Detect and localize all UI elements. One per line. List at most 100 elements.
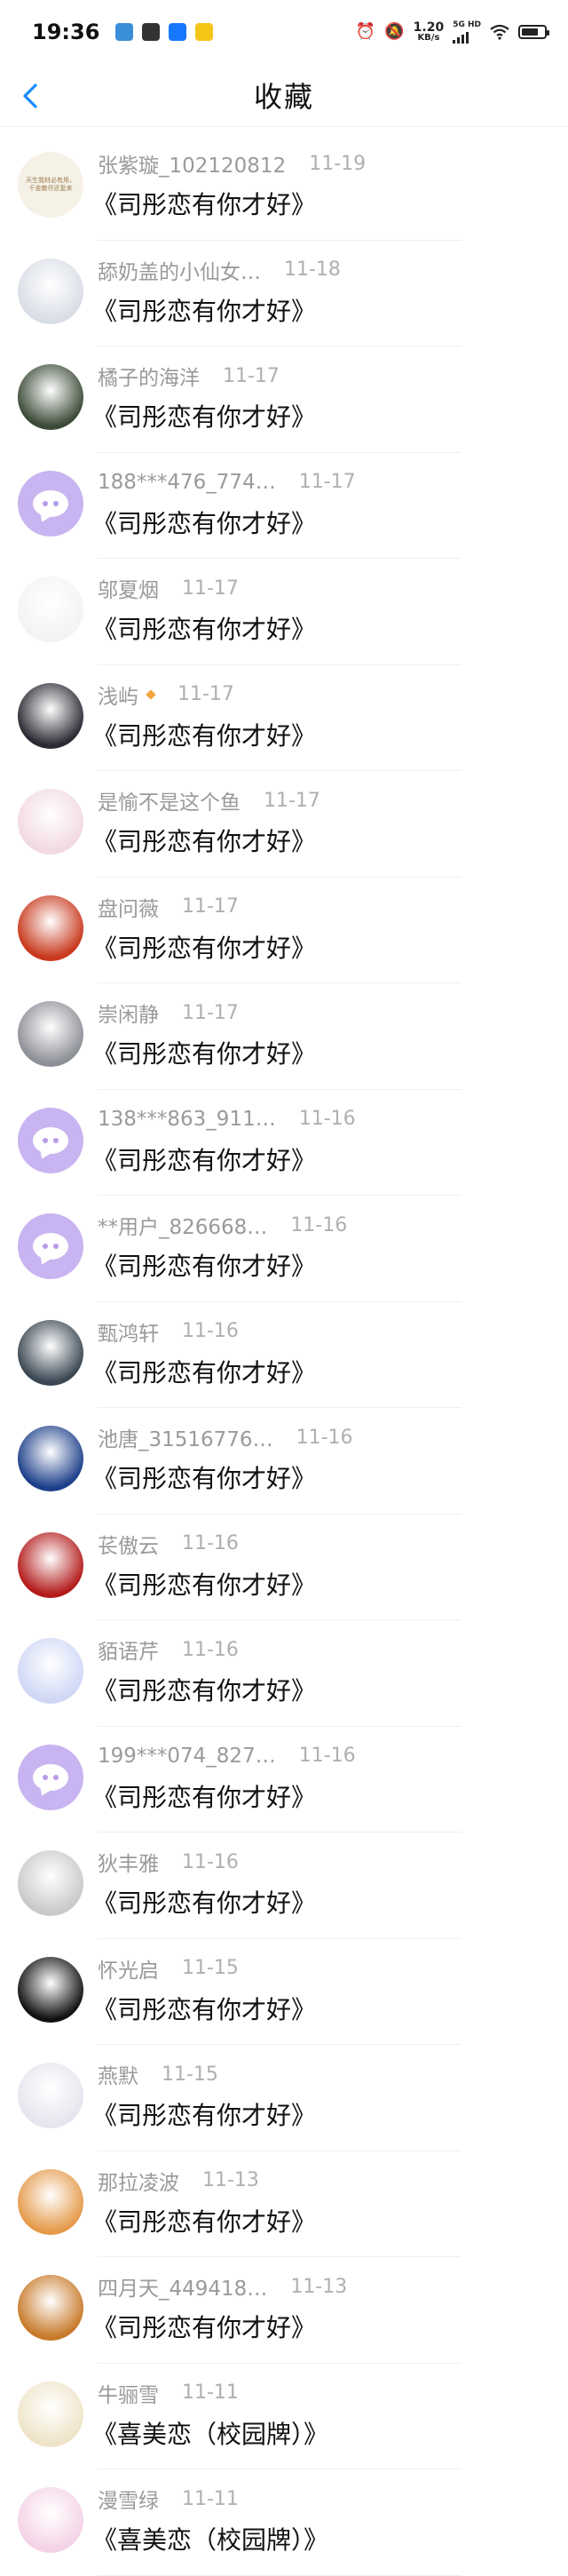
- list-item[interactable]: 橘子的海洋 11-17 《司彤恋有你才好》: [0, 346, 568, 453]
- work-title[interactable]: 《司彤恋有你才好》: [92, 1459, 316, 1495]
- list-item[interactable]: 浅屿 11-17 《司彤恋有你才好》: [0, 665, 568, 771]
- work-title[interactable]: 《司彤恋有你才好》: [92, 929, 316, 965]
- avatar[interactable]: [18, 789, 83, 855]
- avatar[interactable]: 天生我材必有用，千金散尽还复来: [18, 152, 83, 218]
- work-title[interactable]: 《司彤恋有你才好》: [92, 1884, 316, 1920]
- work-title[interactable]: 《喜美恋（校园牌）》: [92, 2415, 328, 2451]
- name-row: 浅屿 11-17: [98, 680, 234, 710]
- avatar[interactable]: [18, 1107, 83, 1173]
- work-title[interactable]: 《司彤恋有你才好》: [92, 1672, 316, 1707]
- user-name[interactable]: 牛骊雪: [98, 2378, 159, 2408]
- user-name[interactable]: 浅屿: [98, 680, 138, 710]
- user-name[interactable]: 四月天_449418…: [98, 2271, 267, 2302]
- user-name[interactable]: 舔奶盖的小仙女…: [98, 255, 261, 285]
- work-title[interactable]: 《司彤恋有你才好》: [92, 610, 316, 646]
- avatar[interactable]: [18, 258, 83, 324]
- user-name[interactable]: 漫雪绿: [98, 2484, 159, 2514]
- user-name[interactable]: 是愉不是这个鱼: [98, 785, 241, 815]
- chevron-left-icon[interactable]: [16, 80, 48, 112]
- avatar[interactable]: [18, 2381, 83, 2447]
- user-name[interactable]: 貊语芹: [98, 1634, 159, 1665]
- avatar[interactable]: [18, 1213, 83, 1279]
- name-row: 是愉不是这个鱼 11-17: [98, 785, 320, 815]
- avatar[interactable]: [18, 576, 83, 642]
- avatar[interactable]: [18, 1531, 83, 1598]
- list-item[interactable]: 盘问薇 11-17 《司彤恋有你才好》: [0, 878, 568, 983]
- avatar[interactable]: [18, 470, 83, 537]
- avatar[interactable]: [18, 2275, 83, 2341]
- avatar[interactable]: [18, 1319, 83, 1386]
- work-title[interactable]: 《司彤恋有你才好》: [92, 2309, 316, 2344]
- work-title[interactable]: 《司彤恋有你才好》: [92, 398, 316, 433]
- avatar[interactable]: [18, 894, 83, 961]
- user-name[interactable]: 崇闲静: [98, 998, 159, 1028]
- user-name[interactable]: 张紫璇_102120812: [98, 148, 286, 179]
- work-title[interactable]: 《司彤恋有你才好》: [92, 717, 316, 752]
- work-title[interactable]: 《司彤恋有你才好》: [92, 2203, 316, 2238]
- work-title[interactable]: 《司彤恋有你才好》: [92, 823, 316, 858]
- list-item[interactable]: 188***476_774… 11-17 《司彤恋有你才好》: [0, 453, 568, 559]
- work-title[interactable]: 《司彤恋有你才好》: [92, 505, 316, 540]
- avatar[interactable]: [18, 682, 83, 749]
- avatar[interactable]: [18, 1426, 83, 1491]
- list-item[interactable]: 四月天_449418… 11-13 《司彤恋有你才好》: [0, 2257, 568, 2364]
- avatar[interactable]: [18, 1638, 83, 1704]
- list-item[interactable]: 甄鸿轩 11-16 《司彤恋有你才好》: [0, 1302, 568, 1408]
- date-label: 11-16: [182, 1320, 239, 1342]
- work-title[interactable]: 《司彤恋有你才好》: [92, 2096, 316, 2132]
- list-item[interactable]: 漫雪绿 11-11 《喜美恋（校园牌）》: [0, 2469, 568, 2576]
- work-title[interactable]: 《司彤恋有你才好》: [92, 1566, 316, 1602]
- work-title[interactable]: 《司彤恋有你才好》: [92, 1354, 316, 1389]
- cloud-app-icon: [115, 23, 134, 41]
- list-item[interactable]: 邬夏烟 11-17 《司彤恋有你才好》: [0, 559, 568, 665]
- avatar[interactable]: [18, 1744, 83, 1810]
- list-item[interactable]: 池唐_31516776… 11-16 《司彤恋有你才好》: [0, 1408, 568, 1515]
- list-item[interactable]: 舔奶盖的小仙女… 11-18 《司彤恋有你才好》: [0, 241, 568, 346]
- user-name[interactable]: 燕默: [98, 2059, 138, 2089]
- user-name[interactable]: 138***863_911…: [98, 1108, 276, 1131]
- list-item[interactable]: 苌傲云 11-16 《司彤恋有你才好》: [0, 1515, 568, 1620]
- user-name[interactable]: 橘子的海洋: [98, 361, 200, 391]
- avatar[interactable]: [18, 1850, 83, 1916]
- list-item[interactable]: 牛骊雪 11-11 《喜美恋（校园牌）》: [0, 2364, 568, 2469]
- user-name[interactable]: **用户_826668…: [98, 1210, 267, 1240]
- list-item[interactable]: **用户_826668… 11-16 《司彤恋有你才好》: [0, 1196, 568, 1302]
- user-name[interactable]: 那拉凌波: [98, 2166, 179, 2196]
- user-name[interactable]: 邬夏烟: [98, 573, 159, 603]
- list-item[interactable]: 是愉不是这个鱼 11-17 《司彤恋有你才好》: [0, 771, 568, 878]
- list-item[interactable]: 怀光启 11-15 《司彤恋有你才好》: [0, 1939, 568, 2045]
- list-item[interactable]: 138***863_911… 11-16 《司彤恋有你才好》: [0, 1090, 568, 1196]
- user-name[interactable]: 苌傲云: [98, 1529, 159, 1559]
- list-item[interactable]: 崇闲静 11-17 《司彤恋有你才好》: [0, 983, 568, 1090]
- avatar[interactable]: [18, 1956, 83, 2023]
- user-name[interactable]: 甄鸿轩: [98, 1316, 159, 1347]
- user-name[interactable]: 199***074_827…: [98, 1745, 276, 1768]
- user-name[interactable]: 盘问薇: [98, 892, 159, 922]
- work-title[interactable]: 《司彤恋有你才好》: [92, 292, 316, 328]
- list-item[interactable]: 燕默 11-15 《司彤恋有你才好》: [0, 2045, 568, 2151]
- user-name[interactable]: 池唐_31516776…: [98, 1422, 273, 1452]
- user-name[interactable]: 188***476_774…: [98, 471, 276, 494]
- user-name[interactable]: 怀光启: [98, 1953, 159, 1984]
- avatar[interactable]: [18, 2063, 83, 2128]
- avatar[interactable]: [18, 364, 83, 430]
- status-time: 19:36: [32, 20, 100, 44]
- work-title[interactable]: 《司彤恋有你才好》: [92, 1141, 316, 1177]
- user-name[interactable]: 狄丰雅: [98, 1847, 159, 1877]
- avatar[interactable]: [18, 1001, 83, 1067]
- wifi-icon: [490, 24, 509, 40]
- work-title[interactable]: 《司彤恋有你才好》: [92, 1035, 316, 1070]
- list-item[interactable]: 狄丰雅 11-16 《司彤恋有你才好》: [0, 1833, 568, 1939]
- list-item[interactable]: 天生我材必有用，千金散尽还复来 张紫璇_102120812 11-19 《司彤恋有你才…: [0, 134, 568, 241]
- avatar[interactable]: [18, 2168, 83, 2235]
- list-item[interactable]: 199***074_827… 11-16 《司彤恋有你才好》: [0, 1727, 568, 1833]
- list-item[interactable]: 貊语芹 11-16 《司彤恋有你才好》: [0, 1620, 568, 1727]
- work-title[interactable]: 《司彤恋有你才好》: [92, 1991, 316, 2026]
- work-title[interactable]: 《司彤恋有你才好》: [92, 1247, 316, 1283]
- work-title[interactable]: 《喜美恋（校园牌）》: [92, 2521, 328, 2556]
- net-speed-unit: KB/s: [417, 33, 440, 43]
- list-item[interactable]: 那拉凌波 11-13 《司彤恋有你才好》: [0, 2151, 568, 2257]
- work-title[interactable]: 《司彤恋有你才好》: [92, 1778, 316, 1814]
- work-title[interactable]: 《司彤恋有你才好》: [92, 186, 316, 221]
- avatar[interactable]: [18, 2487, 83, 2553]
